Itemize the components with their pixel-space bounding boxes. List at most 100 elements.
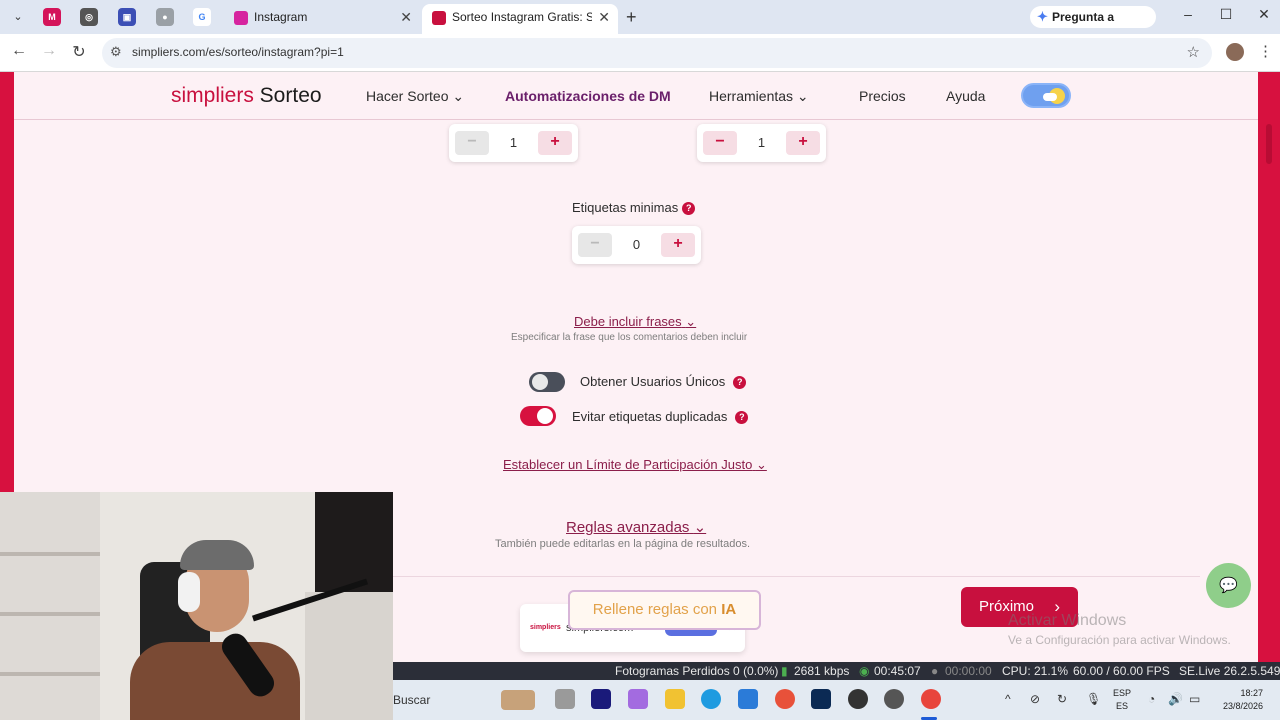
scrollbar-thumb[interactable] xyxy=(1266,124,1272,164)
tab-search-icon[interactable]: ⌄ xyxy=(8,7,28,27)
app-icon[interactable] xyxy=(775,689,795,709)
volume-icon[interactable]: 🔊 xyxy=(1168,692,1183,706)
pinned-tab-icon[interactable]: ● xyxy=(156,8,174,26)
gemini-button[interactable]: ✦ Pregunta a Gemini xyxy=(1030,6,1156,46)
close-tab-icon[interactable]: ✕ xyxy=(598,4,610,30)
nav-precios[interactable]: Precios xyxy=(859,88,906,104)
cam-drawers xyxy=(305,592,393,720)
forward-icon[interactable]: → xyxy=(38,42,60,60)
increment-button[interactable]: + xyxy=(661,233,695,257)
site-logo[interactable]: simpliers Sorteo xyxy=(171,84,322,108)
nav-hacer-sorteo[interactable]: Hacer Sorteo ⌄ xyxy=(366,88,464,105)
search-highlight-image xyxy=(501,690,535,710)
rellene-reglas-ia-button[interactable]: Rellene reglas con IA xyxy=(568,590,761,630)
increment-button[interactable]: + xyxy=(786,131,820,155)
back-icon[interactable]: ← xyxy=(8,42,30,60)
close-tab-icon[interactable]: ✕ xyxy=(400,4,412,30)
help-icon[interactable]: ? xyxy=(733,376,747,389)
etiquetas-duplicadas-toggle[interactable] xyxy=(520,406,556,426)
stream-live-icon: ◉ xyxy=(859,664,870,678)
chatgpt-icon[interactable] xyxy=(848,689,868,709)
decrement-button[interactable]: − xyxy=(455,131,489,155)
google-tab-icon[interactable]: G xyxy=(193,8,211,26)
pinned-tab-icon[interactable]: ▣ xyxy=(118,8,136,26)
limite-participacion-link[interactable]: Establecer un Límite de Participación Ju… xyxy=(503,457,767,473)
chat-icon[interactable]: 💬 xyxy=(1206,563,1251,608)
chevron-up-icon[interactable]: ^ xyxy=(1005,692,1011,706)
chevron-down-icon: ⌄ xyxy=(755,457,767,472)
tray-sync-icon[interactable]: ↻ xyxy=(1057,692,1067,706)
toggle-knob xyxy=(532,374,548,390)
duplicadas-text: Evitar etiquetas duplicadas xyxy=(572,409,728,424)
stepper-value[interactable]: 1 xyxy=(737,135,786,150)
minimize-icon[interactable]: – xyxy=(1178,6,1198,22)
file-explorer-icon[interactable] xyxy=(665,689,685,709)
nav-herramientas[interactable]: Herramientas ⌄ xyxy=(709,88,809,105)
new-tab-button[interactable]: + xyxy=(626,7,637,27)
obs-version: SE.Live 26.2.5.549 xyxy=(1179,664,1280,678)
lang-bottom: ES xyxy=(1116,701,1129,711)
microphone-icon[interactable]: 🎙 xyxy=(1086,692,1101,706)
nav-automatizaciones[interactable]: Automatizaciones de DM xyxy=(505,88,671,104)
nav-label: Hacer Sorteo xyxy=(366,88,449,104)
cam-shelf xyxy=(0,492,100,720)
stepper-value[interactable]: 1 xyxy=(489,135,538,150)
decrement-button[interactable]: − xyxy=(578,233,612,257)
clock-time: 18:27 xyxy=(1240,688,1263,698)
reglas-avanzadas-link[interactable]: Reglas avanzadas ⌄ xyxy=(566,518,706,536)
chrome-icon[interactable] xyxy=(921,689,941,709)
site-header: simpliers Sorteo Hacer Sorteo ⌄ Automati… xyxy=(14,72,1258,120)
usuarios-unicos-toggle[interactable] xyxy=(529,372,565,392)
profile-avatar[interactable] xyxy=(1226,43,1244,61)
task-view-icon[interactable] xyxy=(555,689,575,709)
link-text: Establecer un Límite de Participación Ju… xyxy=(503,457,753,472)
pinned-tab-icon[interactable]: ◎ xyxy=(80,8,98,26)
battery-icon[interactable]: ▭ xyxy=(1189,692,1200,706)
chevron-down-icon: ⌄ xyxy=(685,314,697,329)
stepper-value[interactable]: 0 xyxy=(612,237,661,252)
frases-description: Especificar la frase que los comentarios… xyxy=(511,332,748,343)
decrement-button[interactable]: − xyxy=(703,131,737,155)
activate-windows-title: Activar Windows xyxy=(1008,612,1127,629)
pinned-tab-icon[interactable]: M xyxy=(43,8,61,26)
help-icon[interactable]: ? xyxy=(682,202,696,215)
clock-date: 23/8/2026 xyxy=(1222,701,1263,711)
obs-icon[interactable] xyxy=(884,689,904,709)
wifi-icon[interactable]: ◔ xyxy=(1148,692,1155,706)
reload-icon[interactable]: ↻ xyxy=(68,42,90,62)
chevron-down-icon: ⌄ xyxy=(796,88,809,104)
taskbar-search[interactable]: Buscar xyxy=(393,693,430,707)
close-window-icon[interactable]: ✕ xyxy=(1254,6,1274,23)
app-icon[interactable] xyxy=(591,689,611,709)
copilot-icon[interactable] xyxy=(628,689,648,709)
taskbar-clock[interactable]: 18:27 23/8/2026 xyxy=(1211,687,1263,713)
url-text: simpliers.com/es/sorteo/instagram?pi=1 xyxy=(132,45,344,59)
browser-toolbar: ← → ↻ ⚙ simpliers.com/es/sorteo/instagra… xyxy=(0,34,1280,72)
site-info-icon[interactable]: ⚙ xyxy=(110,44,122,60)
nav-ayuda[interactable]: Ayuda xyxy=(946,88,985,104)
link-text: Debe incluir frases xyxy=(574,314,682,329)
increment-button[interactable]: + xyxy=(538,131,572,155)
nav-label: Herramientas xyxy=(709,88,794,104)
stepper-etiquetas: − 0 + xyxy=(572,226,701,264)
cloud-icon xyxy=(1043,93,1057,101)
tray-app-icon[interactable]: ⊘ xyxy=(1030,692,1040,706)
debe-incluir-frases-link[interactable]: Debe incluir frases ⌄ xyxy=(574,314,696,330)
address-bar[interactable]: ⚙ simpliers.com/es/sorteo/instagram?pi=1… xyxy=(102,38,1212,68)
unicos-text: Obtener Usuarios Únicos xyxy=(580,374,726,389)
help-icon[interactable]: ? xyxy=(735,411,749,424)
theme-toggle[interactable] xyxy=(1021,83,1071,108)
tab-sorteo[interactable]: Sorteo Instagram Gratis: Sortea ✕ xyxy=(422,4,618,34)
edge-icon[interactable] xyxy=(701,689,721,709)
simpliers-favicon-icon xyxy=(432,11,446,25)
tab-instagram[interactable]: Instagram ✕ xyxy=(224,4,420,34)
promo-logo: simpliers xyxy=(530,624,561,631)
record-icon: ● xyxy=(931,664,939,678)
photoshop-icon[interactable] xyxy=(811,689,831,709)
language-indicator[interactable]: ESP ES xyxy=(1113,687,1131,713)
maximize-icon[interactable]: ☐ xyxy=(1216,6,1236,23)
bookmark-star-icon[interactable]: ☆ xyxy=(1187,43,1200,61)
fps: 60.00 / 60.00 FPS xyxy=(1073,664,1170,678)
browser-menu-icon[interactable]: ⋮ xyxy=(1258,42,1273,60)
store-icon[interactable] xyxy=(738,689,758,709)
